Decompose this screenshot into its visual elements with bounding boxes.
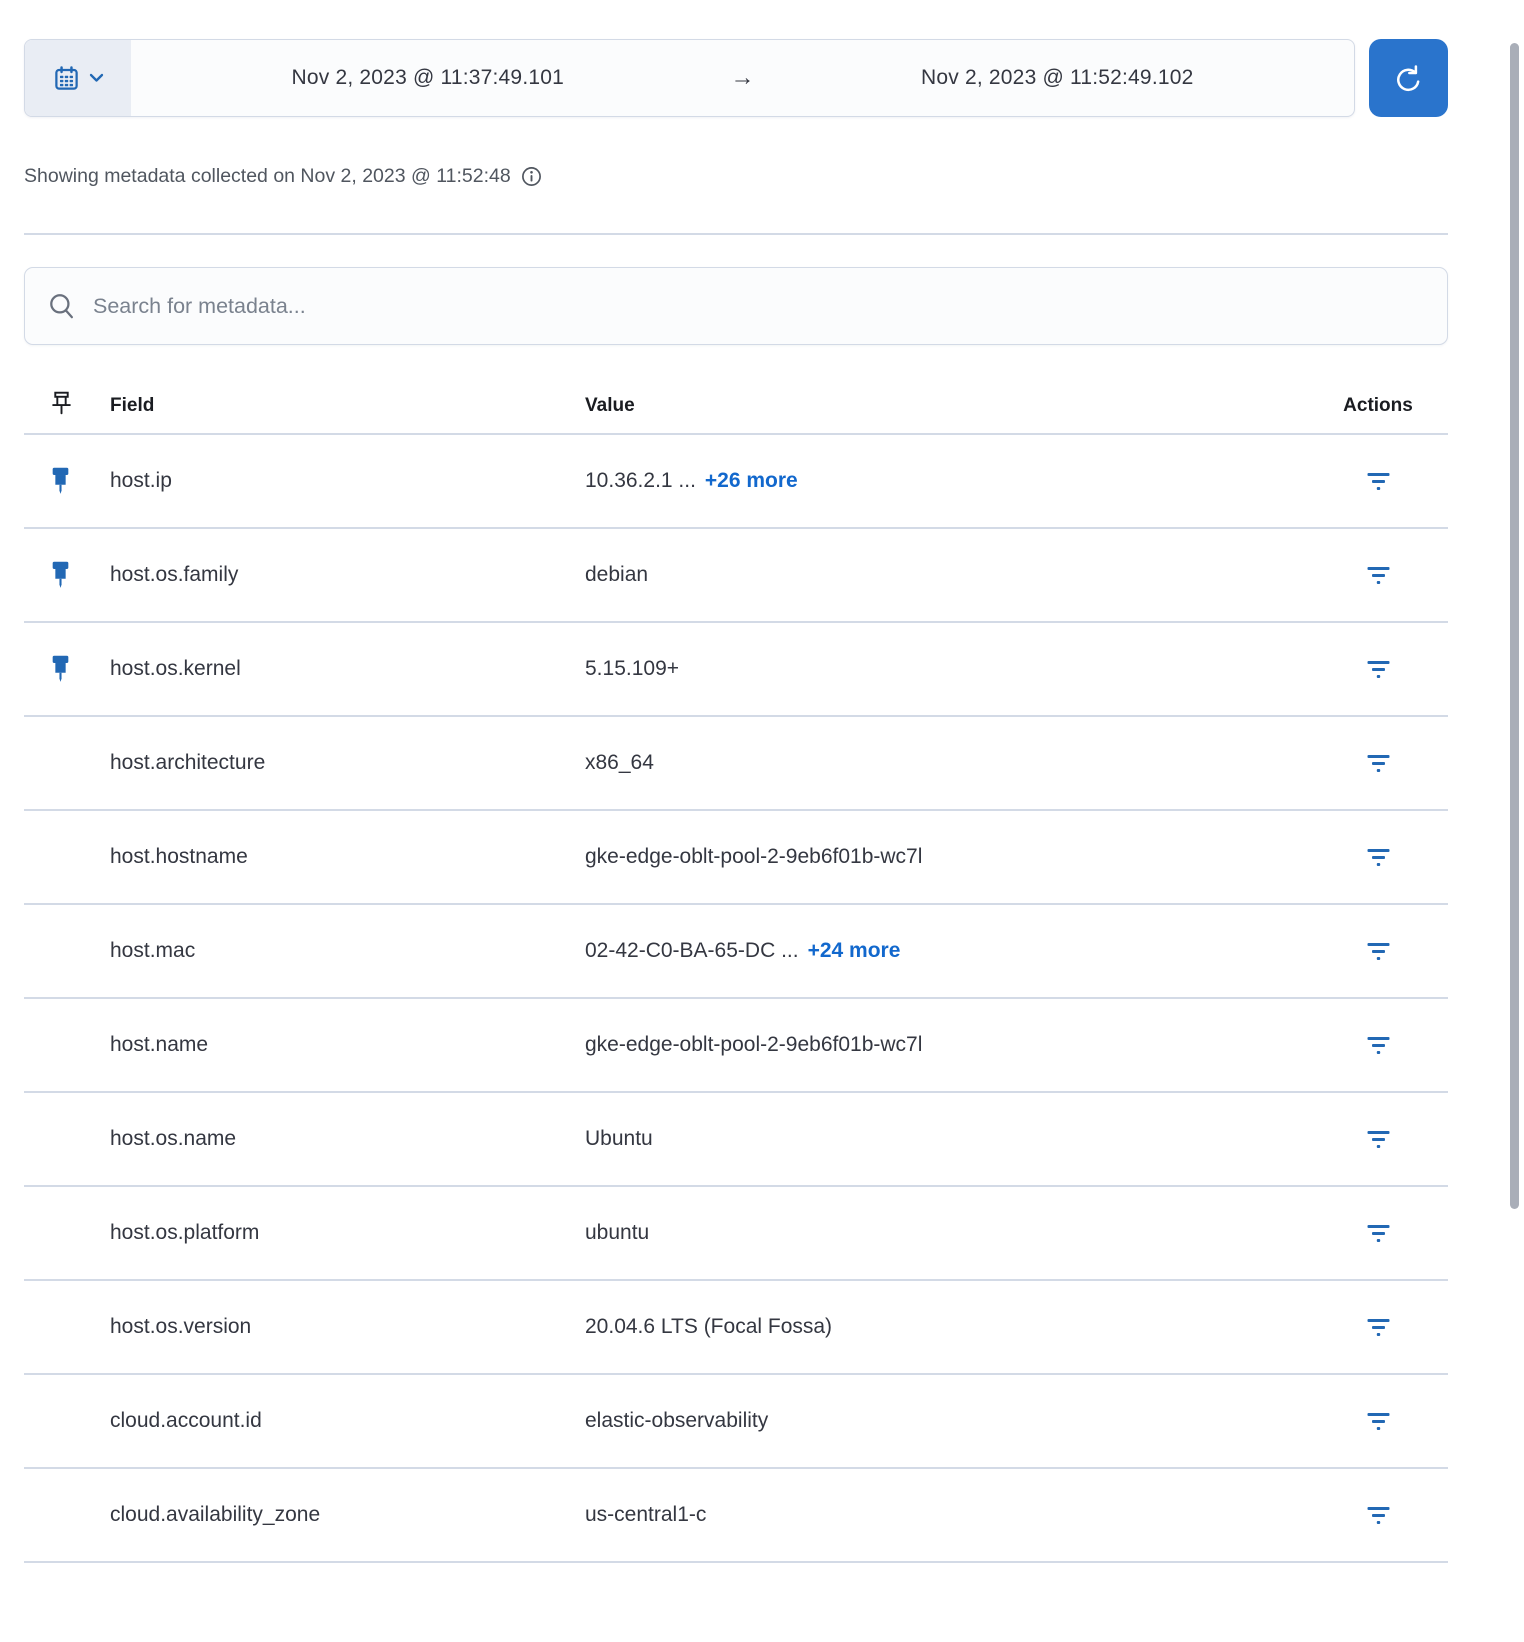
- field-value: ubuntu: [585, 1221, 650, 1244]
- filter-for-value-button[interactable]: [1361, 842, 1396, 873]
- date-range-picker: Nov 2, 2023 @ 11:37:49.101 → Nov 2, 2023…: [24, 39, 1355, 117]
- calendar-icon: [53, 65, 80, 92]
- field-name: host.architecture: [110, 751, 266, 774]
- table-row: host.os.version 20.04.6 LTS (Focal Fossa…: [24, 1281, 1448, 1375]
- field-name: host.hostname: [110, 845, 248, 868]
- filter-icon: [1367, 1036, 1390, 1055]
- filter-for-value-button[interactable]: [1361, 1030, 1396, 1061]
- field-value: x86_64: [585, 751, 654, 774]
- table-row: host.hostname gke-edge-oblt-pool-2-9eb6f…: [24, 811, 1448, 905]
- field-name: host.name: [110, 1033, 209, 1056]
- search-icon: [47, 291, 77, 321]
- table-row: cloud.availability_zone us-central1-c: [24, 1469, 1448, 1563]
- table-row: host.mac 02-42-C0-BA-65-DC ... +24 more: [24, 905, 1448, 999]
- metadata-table: Field Value Actions host.ip 10.36.2.1 ..…: [24, 379, 1448, 1642]
- field-name: host.os.kernel: [110, 657, 241, 680]
- field-value: gke-edge-oblt-pool-2-9eb6f01b-wc7l: [585, 845, 923, 868]
- arrow-right-icon: →: [730, 64, 755, 91]
- field-column-header: Field: [110, 395, 155, 416]
- filter-for-value-button[interactable]: [1361, 748, 1396, 779]
- filter-for-value-button[interactable]: [1361, 1218, 1396, 1249]
- metadata-search-box: [24, 267, 1448, 345]
- filter-for-value-button[interactable]: [1361, 1312, 1396, 1343]
- table-row: host.os.kernel 5.15.109+: [24, 623, 1448, 717]
- filter-icon: [1367, 848, 1390, 867]
- status-line: Showing metadata collected on Nov 2, 202…: [24, 165, 1448, 188]
- field-value: 20.04.6 LTS (Focal Fossa): [585, 1315, 833, 1338]
- chevron-down-icon: [89, 73, 104, 83]
- table-row-partial: [24, 1563, 1448, 1642]
- host-metadata-panel: Nov 2, 2023 @ 11:37:49.101 → Nov 2, 2023…: [0, 39, 1524, 1642]
- table-row: host.os.platform ubuntu: [24, 1187, 1448, 1281]
- section-divider: [24, 233, 1448, 235]
- filter-icon: [1367, 942, 1390, 961]
- filter-for-value-button[interactable]: [1361, 560, 1396, 591]
- status-text: Showing metadata collected on Nov 2, 202…: [24, 165, 511, 187]
- field-value: 5.15.109+: [585, 657, 680, 680]
- field-name: host.os.platform: [110, 1221, 260, 1244]
- table-row: host.os.name Ubuntu: [24, 1093, 1448, 1187]
- field-name: host.mac: [110, 939, 196, 962]
- refresh-icon: [1393, 63, 1424, 94]
- filter-for-value-button[interactable]: [1361, 1406, 1396, 1437]
- actions-column-header: Actions: [1343, 395, 1413, 416]
- pin-column-header: [24, 391, 110, 421]
- field-value: 02-42-C0-BA-65-DC ...: [585, 939, 799, 962]
- table-row: host.architecture x86_64: [24, 717, 1448, 811]
- filter-icon: [1367, 754, 1390, 773]
- quick-select-menu-button[interactable]: [25, 40, 131, 116]
- field-name: host.os.version: [110, 1315, 252, 1338]
- filter-icon: [1367, 1412, 1390, 1431]
- filter-for-value-button[interactable]: [1361, 654, 1396, 685]
- info-icon[interactable]: [521, 166, 542, 187]
- vertical-scrollbar[interactable]: [1510, 43, 1519, 1209]
- pin-filled-icon[interactable]: [50, 655, 71, 684]
- filter-icon: [1367, 472, 1390, 491]
- table-row: host.os.family debian: [24, 529, 1448, 623]
- field-value: elastic-observability: [585, 1409, 769, 1432]
- field-value: us-central1-c: [585, 1503, 707, 1526]
- field-value: 10.36.2.1 ...: [585, 469, 696, 492]
- filter-for-value-button[interactable]: [1361, 1124, 1396, 1155]
- end-date-button[interactable]: Nov 2, 2023 @ 11:52:49.102: [761, 40, 1355, 116]
- time-filter-bar: Nov 2, 2023 @ 11:37:49.101 → Nov 2, 2023…: [24, 39, 1448, 117]
- table-body: host.ip 10.36.2.1 ... +26 more host.os.f…: [24, 435, 1448, 1563]
- pin-icon: [50, 391, 73, 421]
- field-name: host.os.name: [110, 1127, 237, 1150]
- filter-icon: [1367, 1318, 1390, 1337]
- filter-for-value-button[interactable]: [1361, 1500, 1396, 1531]
- field-name: host.os.family: [110, 563, 239, 586]
- filter-for-value-button[interactable]: [1361, 936, 1396, 967]
- field-value: Ubuntu: [585, 1127, 653, 1150]
- filter-for-value-button[interactable]: [1361, 466, 1396, 497]
- field-value: gke-edge-oblt-pool-2-9eb6f01b-wc7l: [585, 1033, 923, 1056]
- filter-icon: [1367, 1506, 1390, 1525]
- table-row: host.ip 10.36.2.1 ... +26 more: [24, 435, 1448, 529]
- table-header-row: Field Value Actions: [24, 379, 1448, 435]
- field-name: cloud.availability_zone: [110, 1503, 321, 1526]
- table-row: host.name gke-edge-oblt-pool-2-9eb6f01b-…: [24, 999, 1448, 1093]
- more-values-link[interactable]: +24 more: [808, 939, 901, 963]
- more-values-link[interactable]: +26 more: [705, 469, 798, 493]
- search-input[interactable]: [93, 293, 1425, 319]
- field-name: host.ip: [110, 469, 172, 492]
- pin-filled-icon[interactable]: [50, 561, 71, 590]
- value-column-header: Value: [585, 395, 635, 416]
- field-value: debian: [585, 563, 649, 586]
- filter-icon: [1367, 566, 1390, 585]
- pin-filled-icon[interactable]: [50, 467, 71, 496]
- refresh-button[interactable]: [1369, 39, 1448, 117]
- table-row: cloud.account.id elastic-observability: [24, 1375, 1448, 1469]
- start-date-button[interactable]: Nov 2, 2023 @ 11:37:49.101: [131, 40, 725, 116]
- filter-icon: [1367, 660, 1390, 679]
- field-name: cloud.account.id: [110, 1409, 262, 1432]
- filter-icon: [1367, 1130, 1390, 1149]
- filter-icon: [1367, 1224, 1390, 1243]
